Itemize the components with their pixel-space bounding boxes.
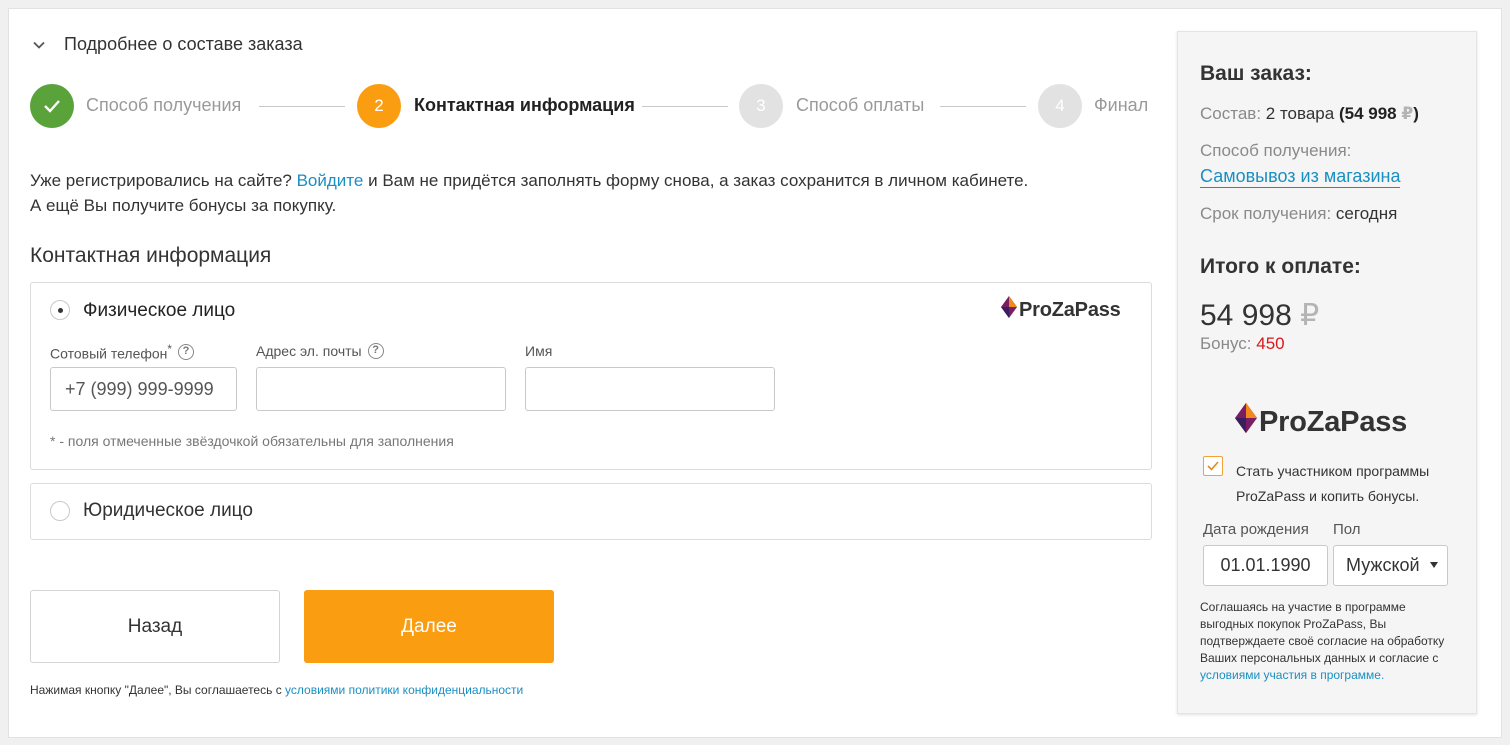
- chevron-down-icon: [33, 41, 45, 49]
- composition-label: Состав:: [1200, 104, 1262, 123]
- prozapass-logo-text: ProZaPass: [1259, 405, 1408, 438]
- order-details-toggle[interactable]: Подробнее о составе заказа: [32, 34, 303, 55]
- gender-value: Мужской: [1346, 555, 1420, 575]
- step-1-label[interactable]: Способ получения: [86, 95, 241, 116]
- checkout-stepper: Способ получения 2 Контактная информация…: [30, 84, 1152, 130]
- required-note: * - поля отмеченные звёздочкой обязатель…: [50, 433, 454, 449]
- legal-label[interactable]: Юридическое лицо: [83, 500, 253, 522]
- next-button[interactable]: Далее: [304, 590, 554, 663]
- login-hint: Уже регистрировались на сайте? Войдите и…: [30, 168, 1028, 218]
- bonus-value: 450: [1256, 334, 1285, 353]
- name-input[interactable]: [525, 367, 775, 411]
- section-title: Контактная информация: [30, 244, 272, 267]
- help-icon[interactable]: ?: [177, 344, 194, 361]
- total-amount-value: 54 998: [1200, 299, 1292, 332]
- step-4-circle: 4: [1038, 84, 1082, 128]
- consent-text: Соглашаясь на участие в программе выгодн…: [1200, 600, 1445, 665]
- step-connector: [259, 106, 345, 107]
- privacy-note-text: Нажимая кнопку "Далее", Вы соглашаетесь …: [30, 683, 282, 697]
- program-terms-link[interactable]: условиями участия в программе.: [1200, 668, 1384, 682]
- total-title: Итого к оплате:: [1200, 255, 1361, 278]
- individual-panel: Физическое лицо ProZaPass Сотовый телефо…: [30, 282, 1152, 470]
- step-2-label: Контактная информация: [414, 95, 635, 115]
- step-3-label: Способ оплаты: [796, 95, 925, 115]
- order-summary-title: Ваш заказ:: [1200, 62, 1312, 85]
- order-details-label: Подробнее о составе заказа: [64, 34, 303, 54]
- caret-down-icon: [1430, 562, 1438, 568]
- prozapass-diamond-icon: [1235, 400, 1257, 444]
- order-composition: Состав: 2 товара (54 998 ₽): [1200, 104, 1419, 123]
- phone-label: Сотовый телефон* ?: [50, 343, 194, 362]
- total-amount: 54 998 ₽: [1200, 298, 1319, 333]
- prozapass-logo: ProZaPass: [1001, 296, 1121, 324]
- currency-sign: ₽: [1401, 104, 1414, 123]
- prozapass-program-checkbox[interactable]: [1203, 456, 1223, 476]
- program-checkbox-label[interactable]: Стать участником программы ProZaPass и к…: [1236, 459, 1466, 509]
- login-hint-text-after: и Вам не придётся заполнять форму снова,…: [368, 171, 1029, 190]
- step-4-label: Финал: [1094, 95, 1149, 115]
- individual-radio[interactable]: [50, 300, 70, 320]
- bonus-info: Бонус: 450: [1200, 334, 1285, 354]
- gender-select[interactable]: Мужской: [1333, 545, 1448, 586]
- login-link[interactable]: Войдите: [297, 171, 364, 190]
- prozapass-logo: ProZaPass: [1235, 400, 1407, 444]
- step-1-done-circle[interactable]: [30, 84, 74, 128]
- legal-radio[interactable]: [50, 501, 70, 521]
- phone-input[interactable]: [50, 367, 237, 411]
- login-hint-text: Уже регистрировались на сайте?: [30, 171, 292, 190]
- email-input[interactable]: [256, 367, 506, 411]
- step-3-number: 3: [756, 96, 766, 115]
- email-label-text: Адрес эл. почты: [256, 343, 362, 359]
- term-value: сегодня: [1335, 204, 1398, 223]
- pickup-method-link[interactable]: Самовывоз из магазина: [1200, 165, 1401, 188]
- composition-sum: 54 998: [1344, 104, 1397, 123]
- required-mark: *: [167, 343, 172, 356]
- birth-date-input[interactable]: 01.01.1990: [1203, 545, 1328, 586]
- prozapass-diamond-icon: [1001, 296, 1017, 324]
- name-label-text: Имя: [525, 343, 553, 359]
- step-3-circle: 3: [739, 84, 783, 128]
- bonus-label: Бонус:: [1200, 334, 1252, 353]
- back-button[interactable]: Назад: [30, 590, 280, 663]
- help-icon[interactable]: ?: [367, 343, 384, 359]
- phone-label-text: Сотовый телефон: [50, 345, 168, 362]
- check-icon: [44, 100, 60, 113]
- privacy-policy-link[interactable]: условиями политики конфиденциальности: [285, 683, 523, 697]
- email-label: Адрес эл. почты ?: [256, 343, 384, 359]
- gender-label: Пол: [1333, 521, 1361, 538]
- step-4-number: 4: [1055, 96, 1065, 115]
- composition-value: 2 товара: [1265, 104, 1335, 123]
- step-connector: [940, 106, 1026, 107]
- currency-sign: ₽: [1300, 299, 1320, 332]
- order-summary-sidebar: Ваш заказ: Состав: 2 товара (54 998 ₽) С…: [1177, 31, 1477, 714]
- step-2-number: 2: [374, 96, 384, 115]
- name-label: Имя: [525, 343, 552, 359]
- legal-panel[interactable]: Юридическое лицо: [30, 483, 1152, 540]
- step-connector: [642, 106, 728, 107]
- pickup-label: Способ получения:: [1200, 141, 1352, 160]
- pickup-term: Срок получения: сегодня: [1200, 204, 1397, 224]
- privacy-note: Нажимая кнопку "Далее", Вы соглашаетесь …: [30, 683, 523, 697]
- bonus-hint: А ещё Вы получите бонусы за покупку.: [30, 196, 337, 215]
- checkmark-icon: [1207, 461, 1219, 471]
- term-label: Срок получения:: [1200, 204, 1332, 223]
- step-2-active-circle: 2: [357, 84, 401, 128]
- prozapass-logo-text: ProZaPass: [1019, 298, 1121, 321]
- dob-label: Дата рождения: [1203, 521, 1309, 538]
- individual-label[interactable]: Физическое лицо: [83, 300, 235, 322]
- program-consent-note: Соглашаясь на участие в программе выгодн…: [1200, 599, 1460, 684]
